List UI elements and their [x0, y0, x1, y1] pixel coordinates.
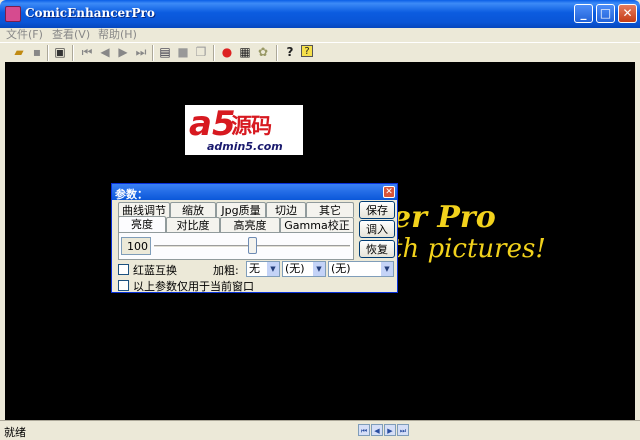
last-page-icon[interactable]: ⏭ [397, 424, 409, 436]
toolbar-separator [72, 45, 74, 61]
copy-window-icon[interactable]: ▤ [158, 45, 172, 59]
tab-crop[interactable]: 切边 [266, 202, 306, 217]
toolbar-separator [213, 45, 215, 61]
color-icon[interactable]: ● [220, 45, 234, 59]
bold-select-value: 无 [249, 262, 260, 275]
dialog-close-button[interactable]: ✕ [383, 186, 395, 198]
toolbar-separator [276, 45, 278, 61]
menu-bar: 文件(F) 查看(V) 帮助(H) [0, 28, 640, 42]
swap-rb-label: 红蓝互换 [133, 264, 177, 277]
splash-title: er Pro [392, 200, 496, 235]
about-icon[interactable]: ? [301, 45, 313, 57]
maximize-icon: □ [599, 6, 612, 20]
title-bar[interactable]: ComicEnhancerPro _ □ ✕ [0, 0, 640, 28]
chevron-down-icon: ▼ [313, 262, 325, 276]
params-dialog: 参数： ✕ 曲线调节 缩放 Jpg质量 切边 其它 亮度 对比度 高亮度 Gam… [111, 183, 398, 293]
settings-icon[interactable]: ✿ [256, 45, 270, 59]
help-icon[interactable]: ? [283, 45, 297, 59]
menu-file[interactable]: 文件(F) [6, 28, 43, 42]
toolbar: ▰ ▪ ▣ ⏮ ◀ ▶ ⏭ ▤ ■ ❐ ● ▦ ✿ ? ? [0, 42, 640, 62]
logo: a5 源码 admin5.com [185, 105, 303, 155]
restore-button[interactable]: 恢复 [359, 240, 395, 258]
filter-select-value: (无) [285, 262, 305, 275]
logo-text: 源码 [231, 114, 272, 138]
filter-select[interactable]: (无) ▼ [282, 261, 326, 277]
minimize-icon: _ [580, 6, 587, 20]
status-bar: 就绪 ⏮ ◀ ▶ ⏭ [0, 420, 640, 440]
status-text: 就绪 [4, 426, 26, 439]
first-page-icon[interactable]: ⏮ [358, 424, 370, 436]
tab-gamma[interactable]: Gamma校正 [280, 217, 354, 232]
chevron-down-icon: ▼ [267, 262, 279, 276]
brightness-value[interactable]: 100 [121, 237, 151, 255]
tab-curves[interactable]: 曲线调节 [118, 202, 170, 217]
open-icon[interactable]: ▰ [12, 45, 26, 59]
toolbar-separator [47, 45, 49, 61]
next-page-icon[interactable]: ▶ [384, 424, 396, 436]
close-button[interactable]: ✕ [618, 4, 637, 23]
save-as-icon[interactable]: ▣ [53, 45, 67, 59]
maximize-button[interactable]: □ [596, 4, 615, 23]
minimize-button[interactable]: _ [574, 4, 593, 23]
next-icon[interactable]: ▶ [116, 45, 130, 59]
save-button[interactable]: 保存 [359, 201, 395, 219]
tab-highlight[interactable]: 高亮度 [220, 217, 280, 232]
tab-contrast[interactable]: 对比度 [166, 217, 220, 232]
brightness-slider-thumb[interactable] [248, 237, 257, 254]
prev-icon[interactable]: ◀ [98, 45, 112, 59]
duplicate-icon[interactable]: ❐ [194, 45, 208, 59]
first-icon[interactable]: ⏮ [80, 45, 94, 59]
last-icon[interactable]: ⏭ [134, 45, 148, 59]
load-button[interactable]: 调入 [359, 220, 395, 238]
dialog-title-bar[interactable]: 参数： ✕ [112, 184, 397, 201]
bold-label: 加粗: [213, 264, 239, 277]
tab-other[interactable]: 其它 [306, 202, 354, 217]
dialog-title: 参数： [115, 188, 148, 201]
chevron-down-icon: ▼ [381, 262, 393, 276]
tab-scale[interactable]: 缩放 [170, 202, 216, 217]
swap-rb-checkbox[interactable] [118, 264, 129, 275]
bold-select[interactable]: 无 ▼ [246, 261, 280, 277]
prev-page-icon[interactable]: ◀ [371, 424, 383, 436]
apply-current-checkbox[interactable] [118, 280, 129, 291]
tab-brightness[interactable]: 亮度 [118, 216, 166, 233]
mode-select[interactable]: (无) ▼ [328, 261, 394, 277]
toolbar-separator [152, 45, 154, 61]
window-title: ComicEnhancerPro [25, 6, 155, 20]
filmstrip-icon[interactable]: ▦ [238, 45, 252, 59]
rect-icon[interactable]: ■ [176, 45, 190, 59]
app-icon[interactable] [5, 6, 21, 22]
splash-subtitle: th pictures! [392, 234, 546, 264]
mode-select-value: (无) [331, 262, 351, 275]
logo-url: admin5.com [207, 140, 283, 153]
apply-current-label: 以上参数仅用于当前窗口 [133, 280, 254, 293]
close-icon: ✕ [622, 6, 633, 20]
logo-mark: a5 [189, 104, 236, 144]
tab-jpg-quality[interactable]: Jpg质量 [216, 202, 266, 217]
menu-view[interactable]: 查看(V) [52, 28, 90, 42]
close-icon: ✕ [385, 187, 393, 197]
save-icon[interactable]: ▪ [30, 45, 44, 59]
menu-help[interactable]: 帮助(H) [98, 28, 137, 42]
